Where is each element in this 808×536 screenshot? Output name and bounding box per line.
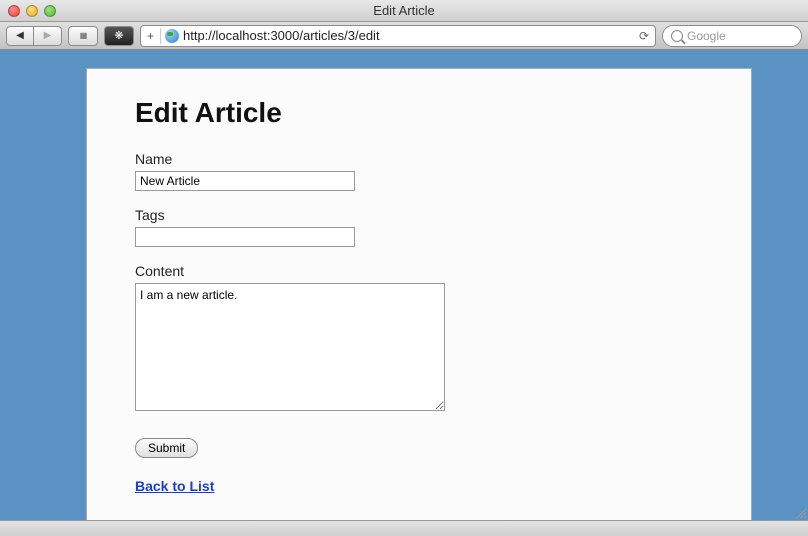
search-icon (671, 30, 683, 42)
page-card: Edit Article Name Tags Content Submit Ba… (86, 68, 752, 520)
chevron-right-icon: ▶ (44, 30, 52, 41)
address-bar[interactable]: + http://localhost:3000/articles/3/edit … (140, 25, 656, 47)
window-titlebar: Edit Article (0, 0, 808, 22)
status-bar (0, 520, 808, 536)
chevron-left-icon: ◀ (16, 30, 24, 41)
close-window-button[interactable] (8, 5, 20, 17)
submit-button[interactable]: Submit (135, 438, 198, 458)
search-box[interactable]: Google (662, 25, 802, 47)
content-label: Content (135, 263, 703, 279)
back-button[interactable]: ◀ (6, 26, 34, 46)
name-input[interactable] (135, 171, 355, 191)
page-heading: Edit Article (135, 97, 703, 129)
toolbar-button-2[interactable]: ❋ (104, 26, 134, 46)
globe-icon (165, 29, 179, 43)
content-textarea[interactable] (135, 283, 445, 411)
tags-input[interactable] (135, 227, 355, 247)
name-label: Name (135, 151, 703, 167)
toolbar-button-1[interactable]: ▦ (68, 26, 98, 46)
window-title: Edit Article (0, 3, 808, 18)
forward-button[interactable]: ▶ (34, 26, 62, 46)
page-viewport: Edit Article Name Tags Content Submit Ba… (0, 50, 808, 520)
add-bookmark-button[interactable]: + (145, 28, 161, 44)
reload-button[interactable]: ⟳ (637, 29, 651, 43)
url-text[interactable]: http://localhost:3000/articles/3/edit (183, 28, 633, 43)
resize-grip[interactable] (794, 506, 806, 518)
browser-toolbar: ◀ ▶ ▦ ❋ + http://localhost:3000/articles… (0, 22, 808, 50)
plus-icon: + (147, 29, 154, 43)
search-placeholder: Google (687, 29, 726, 43)
elephant-icon: ❋ (114, 29, 123, 42)
reload-icon: ⟳ (639, 29, 649, 43)
minimize-window-button[interactable] (26, 5, 38, 17)
tiles-icon: ▦ (80, 33, 87, 39)
tags-label: Tags (135, 207, 703, 223)
zoom-window-button[interactable] (44, 5, 56, 17)
back-to-list-link[interactable]: Back to List (135, 478, 214, 494)
